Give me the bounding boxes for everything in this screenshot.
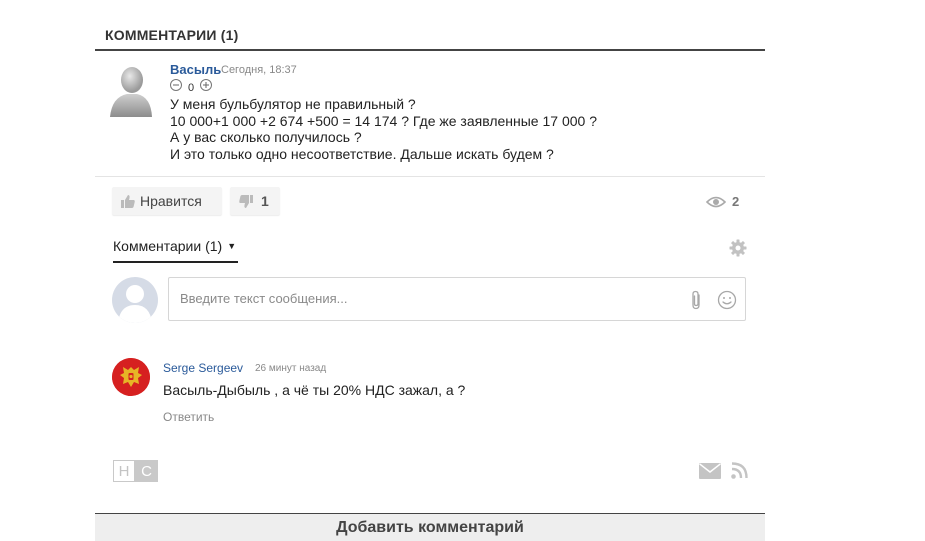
- vote-down-button[interactable]: [170, 79, 182, 91]
- views-count: 2: [732, 194, 740, 209]
- message-input[interactable]: [178, 290, 662, 307]
- comment-line: И это только одно несоответствие. Дальше…: [170, 145, 554, 162]
- comment-line: 10 000+1 000 +2 674 +500 = 14 174 ? Где …: [170, 112, 597, 129]
- gear-icon[interactable]: [729, 239, 747, 257]
- reply-link[interactable]: Ответить: [163, 410, 214, 424]
- section-divider: [95, 49, 765, 51]
- hypercomments-logo[interactable]: Н С: [113, 460, 158, 482]
- logo-letter-c: С: [135, 460, 158, 482]
- dislike-button[interactable]: 1: [230, 187, 280, 215]
- comment-body: Васыль-Дыбыль , а чё ты 20% НДС зажал, а…: [163, 382, 466, 398]
- comment-body: У меня бульбулятор не правильный ? 10 00…: [170, 96, 597, 162]
- views-counter: 2: [706, 194, 739, 209]
- rss-icon[interactable]: [731, 462, 748, 479]
- logo-letter-h: Н: [113, 460, 135, 482]
- emoji-icon[interactable]: [717, 290, 737, 310]
- comment-timestamp: 26 минут назад: [255, 363, 327, 374]
- add-comment-button[interactable]: Добавить комментарий: [95, 514, 765, 541]
- tab-comments[interactable]: Комментарии (1) ▼: [113, 238, 236, 254]
- commenter-avatar[interactable]: [112, 358, 150, 396]
- like-button[interactable]: Нравится: [112, 187, 222, 215]
- vote-up-button[interactable]: [200, 79, 213, 91]
- dropdown-arrow-icon: ▼: [227, 241, 237, 251]
- thumbs-up-icon: [121, 194, 135, 208]
- comment-line: А у вас сколько получилось ?: [170, 129, 362, 145]
- rating-count: 0: [188, 81, 195, 94]
- dislike-count: 1: [261, 193, 269, 209]
- section-title: КОММЕНТАРИИ (1): [105, 27, 239, 43]
- tab-comments-label: Комментарии (1): [113, 238, 223, 254]
- paperclip-icon[interactable]: [689, 290, 703, 310]
- mail-icon[interactable]: [699, 463, 721, 479]
- user-silhouette-icon: [118, 285, 152, 323]
- tab-underline: [113, 261, 238, 263]
- default-avatar-icon: [110, 67, 152, 117]
- comment-author[interactable]: Васыль: [170, 62, 221, 77]
- comment-timestamp: Сегодня, 18:37: [221, 64, 297, 76]
- comment-rating: 0: [170, 77, 213, 94]
- comment-line: У меня бульбулятор не правильный ?: [170, 96, 416, 112]
- comment-author-link[interactable]: Serge Sergeev: [163, 361, 243, 375]
- user-avatar: [112, 277, 158, 323]
- message-composer: [168, 277, 746, 321]
- thumbs-down-icon: [239, 194, 253, 208]
- eye-icon: [706, 196, 726, 207]
- add-comment-label: Добавить комментарий: [336, 519, 524, 536]
- divider: [95, 176, 765, 177]
- like-label: Нравится: [140, 193, 202, 209]
- coat-of-arms-icon: [112, 358, 150, 396]
